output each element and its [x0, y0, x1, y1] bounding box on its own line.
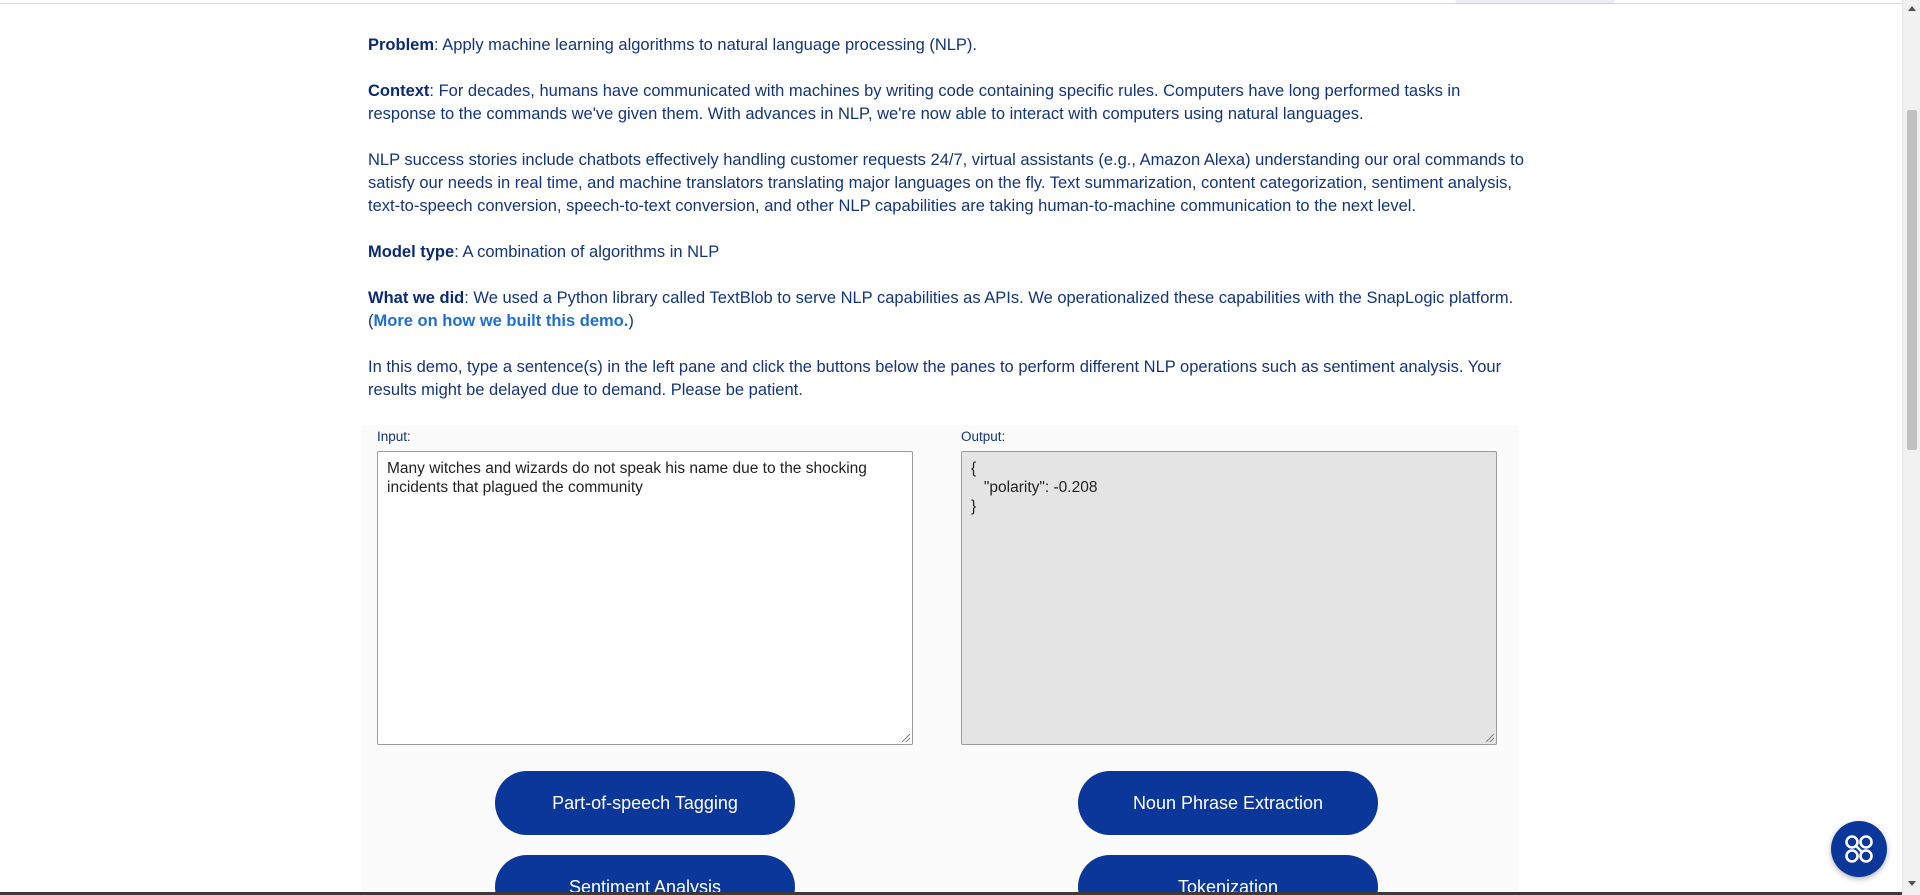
top-header-edge	[0, 0, 1902, 4]
header-tab-shadow	[1455, 0, 1615, 4]
model-type-paragraph: Model type: A combination of algorithms …	[368, 241, 1528, 264]
input-textarea[interactable]: Many witches and wizards do not speak hi…	[377, 451, 913, 745]
what-we-did-label: What we did	[368, 289, 465, 307]
context-paragraph: Context: For decades, humans have commun…	[368, 80, 1528, 126]
problem-paragraph: Problem: Apply machine learning algorith…	[368, 34, 1528, 57]
instructions-paragraph: In this demo, type a sentence(s) in the …	[368, 358, 1502, 399]
success-paragraph: NLP success stories include chatbots eff…	[368, 151, 1524, 215]
output-textarea: { "polarity": -0.208 }	[961, 451, 1497, 745]
scroll-down-icon[interactable]	[1908, 881, 1916, 886]
input-label: Input:	[377, 429, 411, 444]
context-label: Context	[368, 82, 430, 100]
model-type-label: Model type	[368, 243, 455, 261]
more-info-link[interactable]: More on how we built this demo.	[374, 312, 629, 330]
article-content: Problem: Apply machine learning algorith…	[368, 34, 1528, 425]
context-text: : For decades, humans have communicated …	[368, 82, 1461, 123]
noun-phrase-extraction-button[interactable]: Noun Phrase Extraction	[1078, 771, 1378, 835]
sentiment-analysis-button[interactable]: Sentiment Analysis	[495, 855, 795, 895]
problem-text: : Apply machine learning algorithms to n…	[434, 36, 978, 54]
page-viewport: Problem: Apply machine learning algorith…	[0, 0, 1920, 895]
output-label: Output:	[961, 429, 1006, 444]
problem-label: Problem	[368, 36, 435, 54]
what-we-did-paragraph: What we did: We used a Python library ca…	[368, 287, 1528, 333]
snaplogic-chat-icon	[1845, 835, 1873, 863]
scroll-up-icon[interactable]	[1908, 6, 1916, 11]
model-type-text: : A combination of algorithms in NLP	[454, 243, 720, 261]
output-resize-handle[interactable]	[1486, 734, 1494, 742]
input-resize-handle[interactable]	[902, 734, 910, 742]
chat-launcher-button[interactable]	[1831, 821, 1887, 877]
tokenization-button[interactable]: Tokenization	[1078, 855, 1378, 895]
vertical-scrollbar[interactable]	[1902, 0, 1920, 895]
what-we-did-after: )	[628, 312, 634, 330]
pos-tagging-button[interactable]: Part-of-speech Tagging	[495, 771, 795, 835]
scrollbar-thumb[interactable]	[1907, 110, 1917, 450]
